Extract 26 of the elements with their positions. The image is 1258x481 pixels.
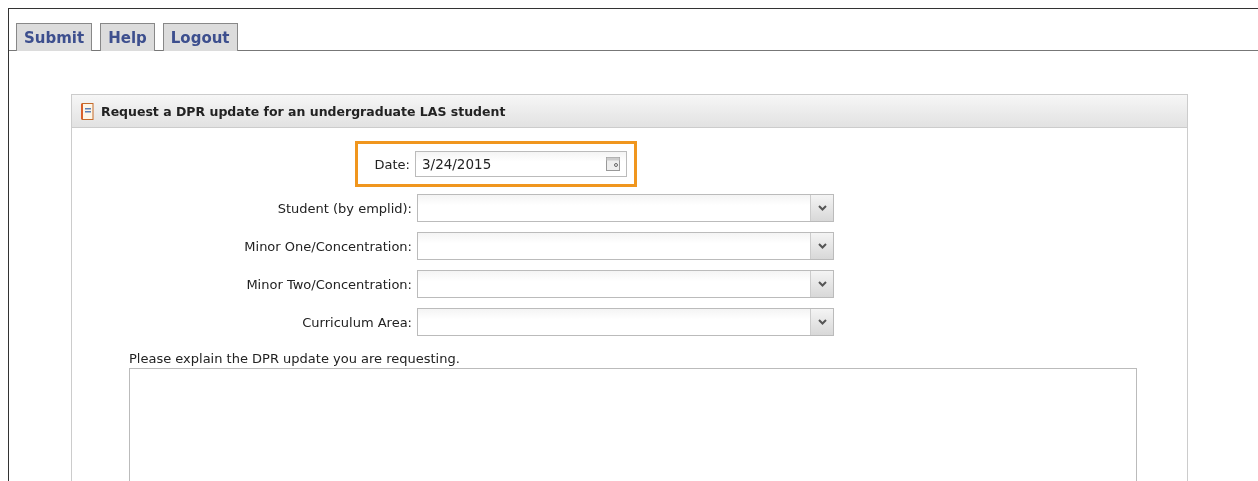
chevron-down-icon: [817, 281, 827, 287]
chevron-down-icon: [817, 319, 827, 325]
nav-tab[interactable]: Logout: [162, 23, 238, 51]
explain-label: Please explain the DPR update you are requesting.: [129, 351, 461, 366]
date-field[interactable]: 3/24/2015: [415, 151, 627, 177]
chevron-down-icon: [817, 243, 827, 249]
nav-tab[interactable]: Help: [100, 23, 155, 51]
dropdown-field[interactable]: [417, 232, 834, 260]
field-label: Curriculum Area:: [301, 314, 413, 330]
panel-title: Request a DPR update for an undergraduate LAS student: [101, 103, 506, 119]
field-label: Date:: [373, 156, 411, 172]
dropdown-button[interactable]: [810, 309, 833, 335]
dropdown-field[interactable]: [417, 308, 834, 336]
chevron-down-icon: [817, 205, 827, 211]
dropdown-field[interactable]: [417, 194, 834, 222]
dropdown-button[interactable]: [810, 271, 833, 297]
explanation-field[interactable]: [129, 368, 1137, 481]
dropdown-field[interactable]: [417, 270, 834, 298]
field-label: Minor Two/Concentration:: [245, 276, 413, 292]
field-label: Minor One/Concentration:: [243, 238, 413, 254]
document-icon: [81, 102, 94, 120]
field-label: Student (by emplid):: [276, 200, 413, 216]
dropdown-button[interactable]: [810, 195, 833, 221]
nav-tab[interactable]: Submit: [16, 23, 93, 51]
calendar-icon[interactable]: [606, 157, 620, 171]
dropdown-button[interactable]: [810, 233, 833, 259]
